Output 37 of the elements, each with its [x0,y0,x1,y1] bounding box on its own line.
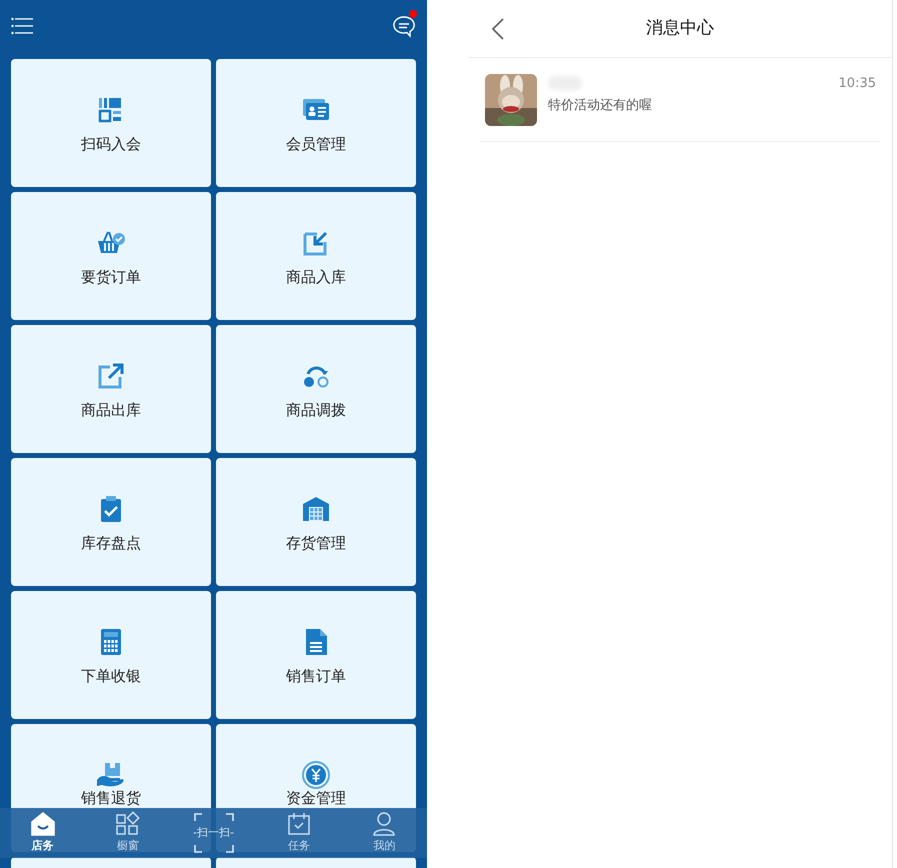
tile-label: 销售订单 [286,666,346,687]
calendar-check-icon [286,811,312,838]
feature-tile[interactable]: 要货订单 [11,192,211,320]
tile-label: 会员管理 [286,134,346,155]
menu-icon[interactable] [11,16,33,36]
grid-icon [115,811,142,838]
export-box-icon [96,361,126,391]
home-icon [30,811,56,838]
feature-tile[interactable]: 库存盘点 [11,458,211,586]
tile-label: 销售退货 [81,788,141,809]
feature-tile[interactable]: 会员管理 [216,59,416,187]
feature-tile[interactable]: 销售订单 [216,591,416,719]
yen-coin-icon [301,760,331,790]
tile-label: 要货订单 [81,267,141,288]
feature-tile[interactable]: 商品入库 [216,192,416,320]
tile-label: 商品出库 [81,400,141,421]
scan-frame-icon [194,813,234,853]
tile-label: 商品调拨 [286,400,346,421]
message-row[interactable]: 特价活动还有的喔 10:35 [480,58,880,142]
tile-label: 资金管理 [286,788,346,809]
warehouse-icon [301,494,331,524]
person-icon [371,811,398,838]
feature-tile[interactable]: 商品调拨 [216,325,416,453]
tile-label: 存货管理 [286,533,346,554]
chat-icon[interactable] [392,14,416,38]
feature-tile[interactable]: 下单收银 [11,591,211,719]
back-icon[interactable] [491,18,505,40]
tile-label: 扫码入会 [81,134,141,155]
feature-tile[interactable]: 商品出库 [11,325,211,453]
page-title: 消息中心 [646,16,714,40]
feature-tile[interactable]: 扫码入会 [11,59,211,187]
feature-tile[interactable]: 存货管理 [216,458,416,586]
tile-label: 下单收银 [81,666,141,687]
tile-label: 商品入库 [286,267,346,288]
message-preview: 特价活动还有的喔 [548,97,653,115]
message-time: 10:35 [838,75,876,93]
tile-label: 库存盘点 [81,533,141,554]
